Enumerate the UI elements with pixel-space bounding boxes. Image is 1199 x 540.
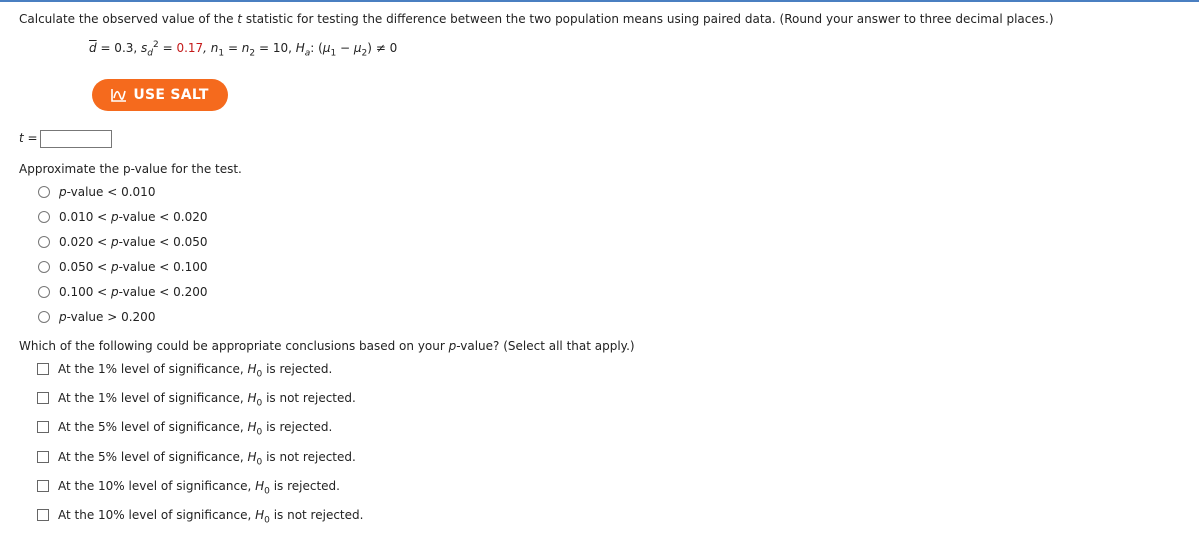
conclusion-option[interactable]: At the 1% level of significance, H0 is n… [37, 391, 356, 409]
given-values: d = 0.3, sd2 = 0.17, n1 = n2 = 10, Ha: (… [89, 40, 398, 59]
radio-button[interactable] [38, 261, 50, 273]
checkbox[interactable] [37, 480, 49, 492]
use-salt-button[interactable]: USE SALT [92, 79, 228, 111]
question-calc-t: Calculate the observed value of the t st… [19, 12, 1054, 26]
checkbox[interactable] [37, 421, 49, 433]
pvalue-option[interactable]: 0.050 < p-value < 0.100 [38, 260, 208, 274]
question-pvalue: Approximate the p-value for the test. [19, 162, 242, 176]
conclusion-option[interactable]: At the 10% level of significance, H0 is … [37, 508, 364, 526]
checkbox[interactable] [37, 509, 49, 521]
radio-button[interactable] [38, 311, 50, 323]
pvalue-option[interactable]: p-value > 0.200 [38, 310, 155, 324]
pvalue-option-label: 0.050 < p-value < 0.100 [59, 260, 208, 274]
conclusion-option[interactable]: At the 5% level of significance, H0 is r… [37, 420, 333, 438]
t-label: t = [19, 131, 38, 145]
conclusion-option-label: At the 5% level of significance, H0 is r… [58, 420, 333, 438]
radio-button[interactable] [38, 286, 50, 298]
sd2-value: 0.17 [176, 41, 204, 55]
conclusion-option[interactable]: At the 1% level of significance, H0 is r… [37, 362, 333, 380]
radio-button[interactable] [38, 236, 50, 248]
pvalue-option[interactable]: p-value < 0.010 [38, 185, 155, 199]
chart-line-icon [111, 89, 127, 102]
checkbox[interactable] [37, 451, 49, 463]
conclusion-option-label: At the 1% level of significance, H0 is n… [58, 391, 356, 409]
pvalue-option[interactable]: 0.010 < p-value < 0.020 [38, 210, 208, 224]
pvalue-option-label: p-value < 0.010 [59, 185, 156, 199]
pvalue-option-label: 0.020 < p-value < 0.050 [59, 235, 208, 249]
pvalue-option[interactable]: 0.100 < p-value < 0.200 [38, 285, 208, 299]
question-conclusions: Which of the following could be appropri… [19, 339, 635, 353]
use-salt-label: USE SALT [133, 87, 209, 103]
conclusion-option-label: At the 10% level of significance, H0 is … [58, 508, 364, 526]
conclusion-option[interactable]: At the 5% level of significance, H0 is n… [37, 450, 356, 468]
radio-button[interactable] [38, 211, 50, 223]
top-border [0, 0, 1199, 2]
conclusion-option-label: At the 5% level of significance, H0 is n… [58, 450, 356, 468]
checkbox[interactable] [37, 363, 49, 375]
conclusion-option-label: At the 1% level of significance, H0 is r… [58, 362, 333, 380]
pvalue-option-label: p-value > 0.200 [59, 310, 156, 324]
pvalue-option-label: 0.010 < p-value < 0.020 [59, 210, 208, 224]
radio-button[interactable] [38, 186, 50, 198]
pvalue-option[interactable]: 0.020 < p-value < 0.050 [38, 235, 208, 249]
checkbox[interactable] [37, 392, 49, 404]
conclusion-option-label: At the 10% level of significance, H0 is … [58, 479, 340, 497]
pvalue-option-label: 0.100 < p-value < 0.200 [59, 285, 208, 299]
t-answer-input[interactable] [40, 130, 112, 148]
conclusion-option[interactable]: At the 10% level of significance, H0 is … [37, 479, 340, 497]
